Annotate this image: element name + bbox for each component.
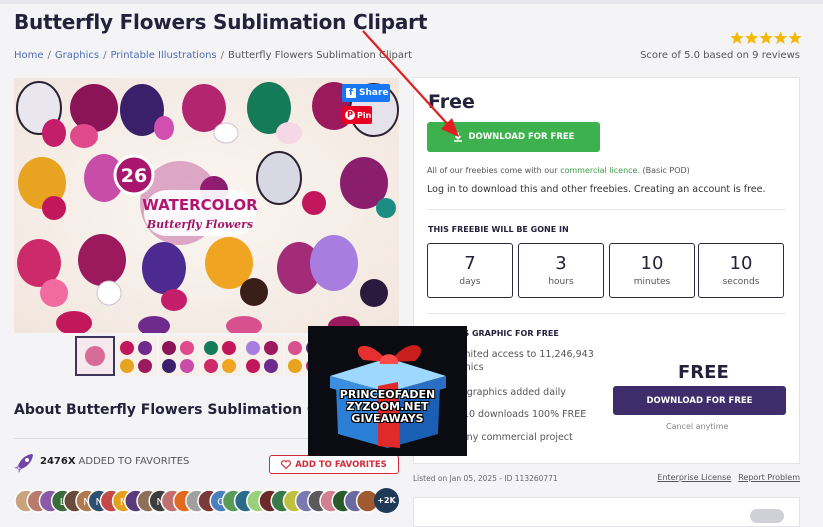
report-problem-link[interactable]: Report Problem [738, 473, 800, 482]
star-icon [730, 31, 744, 44]
breadcrumb-current: Butterfly Flowers Sublimation Clipart [228, 50, 413, 61]
price-label: Free [428, 91, 475, 113]
countdown-days: 7 days [427, 243, 513, 298]
download-icon [453, 132, 462, 142]
breadcrumb-separator: / [103, 50, 107, 61]
giveaway-watermark: PRINCEOFADEN ZYZOOM.NET GIVEAWAYS [339, 388, 436, 425]
star-icon [788, 31, 802, 44]
facebook-share-button[interactable]: f Share [342, 84, 390, 102]
countdown-value: 3 [555, 253, 567, 274]
countdown-seconds: 10 seconds [698, 243, 784, 298]
divider [427, 209, 786, 210]
plus-price-label: FREE [678, 362, 729, 383]
pinterest-pin-button[interactable]: P Pin [342, 106, 372, 124]
freebie-license-note: All of our freebies come with our commer… [427, 166, 690, 175]
pinterest-icon: P [345, 110, 355, 120]
countdown-unit: seconds [722, 277, 760, 287]
plus-download-for-free-button[interactable]: DOWNLOAD FOR FREE [613, 386, 786, 415]
countdown-unit: minutes [633, 277, 671, 287]
add-to-favorites-button[interactable]: ADD TO FAVORITES [269, 455, 399, 474]
favorites-label: ADDED TO FAVORITES [78, 456, 190, 467]
thumbnail[interactable] [75, 336, 115, 376]
thumbnail[interactable] [117, 336, 157, 376]
enterprise-license-link[interactable]: Enterprise License [657, 473, 731, 482]
favorites-count: 2476X ADDED TO FAVORITES [40, 456, 189, 467]
page-title: Butterfly Flowers Sublimation Clipart [14, 10, 428, 34]
star-icon [744, 31, 759, 44]
pin-label: Pin [357, 110, 372, 120]
thumbnail[interactable] [243, 336, 283, 376]
thumbnail[interactable] [201, 336, 241, 376]
facebook-icon: f [346, 88, 356, 98]
star-icon [759, 31, 773, 44]
countdown-value: 7 [464, 253, 476, 274]
breadcrumb: Home / Graphics / Printable Illustrations / Bu… [14, 50, 412, 61]
commercial-licence-link[interactable]: commercial licence. [560, 166, 640, 175]
countdown-unit: days [459, 277, 481, 287]
breadcrumb-separator: / [47, 50, 51, 61]
breadcrumb-printable-illustrations[interactable]: Printable Illustrations [110, 50, 216, 61]
countdown-hours: 3 hours [518, 243, 604, 298]
share-label: Share [359, 88, 389, 98]
favorites-avatars: LNNNNO [14, 489, 380, 513]
badge-title: WATERCOLOR [142, 196, 258, 214]
toggle-switch[interactable] [750, 509, 784, 523]
star-icon [773, 31, 788, 44]
download-for-free-button[interactable]: DOWNLOAD FOR FREE [427, 122, 600, 152]
rating-text: Score of 5.0 based on 9 reviews [640, 50, 800, 61]
add-to-favorites-label: ADD TO FAVORITES [295, 459, 387, 470]
badge-subtitle: Butterfly Flowers [146, 218, 253, 231]
thumbnail-strip [75, 336, 325, 376]
login-note: Log in to download this and other freebi… [427, 184, 766, 195]
countdown-value: 10 [640, 253, 664, 274]
thumbnail[interactable] [159, 336, 199, 376]
rocket-icon [14, 454, 33, 473]
countdown-value: 10 [729, 253, 753, 274]
cancel-anytime-text: Cancel anytime [666, 422, 729, 431]
badge-number: 26 [121, 165, 147, 187]
countdown-unit: hours [548, 277, 574, 287]
breadcrumb-graphics[interactable]: Graphics [55, 50, 99, 61]
countdown-minutes: 10 minutes [609, 243, 695, 298]
countdown-title: THIS FREEBIE WILL BE GONE IN [428, 225, 569, 234]
divider [427, 313, 786, 314]
breadcrumb-separator: / [220, 50, 224, 61]
download-label: DOWNLOAD FOR FREE [468, 132, 575, 142]
listed-on-text: Listed on Jan 05, 2025 - ID 113260771 [413, 474, 558, 483]
more-avatars-badge[interactable]: +2K [374, 488, 399, 513]
license-links: Enterprise License Report Problem [657, 473, 800, 482]
favorites-number: 2476X [40, 456, 76, 467]
top-bar [0, 0, 823, 4]
breadcrumb-home[interactable]: Home [14, 50, 44, 61]
note-prefix: All of our freebies come with our [427, 166, 558, 175]
note-suffix: (Basic POD) [642, 166, 690, 175]
heart-icon [281, 460, 292, 469]
rating-stars [730, 31, 802, 44]
bottom-card [413, 497, 800, 527]
